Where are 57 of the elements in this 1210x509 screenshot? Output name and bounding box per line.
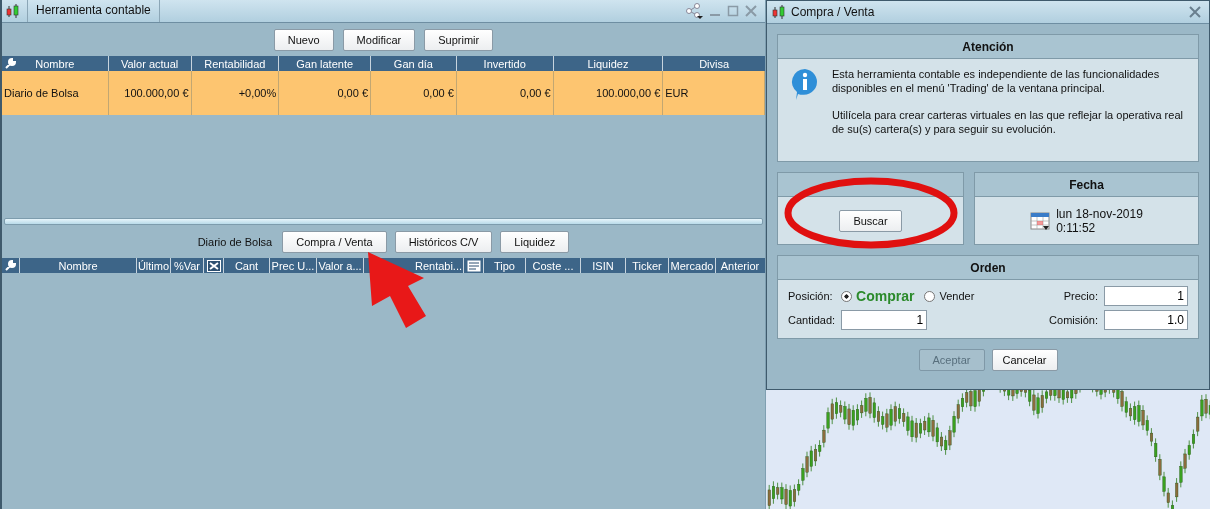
radio-option[interactable]: Vender [924,290,975,302]
table-cell: 100.000,00 € [553,71,664,115]
commission-field[interactable]: 1.0 [1104,310,1188,330]
table-cell: Diario de Bolsa [2,71,109,115]
table-cell: EUR [663,71,765,115]
column-header[interactable]: ISIN [592,259,614,272]
column-header[interactable]: Liquidez [587,57,629,70]
toolbar-button[interactable]: Históricos C/V [394,231,493,253]
toolbar-button[interactable]: Modificar [342,29,416,51]
column-header[interactable]: Invertido [483,57,526,70]
panel-heading: Fecha [975,173,1198,197]
search-button[interactable]: Buscar [839,209,902,232]
toolbar-button[interactable]: Liquidez [500,231,570,253]
table-cell: +0,00% [191,71,280,115]
column-header[interactable]: Cant [234,259,259,272]
portfolio-label: Diario de Bolsa [197,236,273,248]
column-header[interactable]: Valor actual [120,57,179,70]
panel-heading: Atención [778,35,1198,59]
table-cell: 0,00 € [371,71,457,115]
price-field[interactable]: 1 [1104,286,1188,306]
column-header[interactable]: Prec U... [271,259,315,272]
field-label: Precio: [1063,290,1098,302]
field-label: Cantidad: [788,314,836,326]
notice-text: Utilícela para crear carteras virtuales en las que reflejar la operativa real de su(s) cartera(s) y para seguir su evolución. [832,108,1184,136]
toolbar-button[interactable]: Suprimir [424,29,494,51]
table-cell: 0,00 € [456,71,554,115]
toolbar-button[interactable]: Nuevo [273,29,334,51]
column-header[interactable]: Tipo [494,259,515,272]
column-header[interactable]: Valor a... [318,259,362,272]
column-header[interactable]: Último [137,259,170,272]
column-header[interactable]: Rentabi... [414,259,463,272]
radio-option[interactable]: Comprar [841,288,915,304]
time-text: 0:11:52 [1056,220,1097,235]
column-header[interactable]: Mercado [670,259,714,272]
table-row[interactable]: Diario de Bolsa 100.000,00 € +0,00% 0,00 € 0,00 € 0,00 € 100.000,00 € EUR [2,71,765,116]
column-header[interactable]: Ticker [632,259,662,272]
window-title: Compra / Venta [791,5,875,19]
dialog-button[interactable]: Cancelar [991,349,1058,371]
panel-heading: Orden [778,256,1198,280]
table-cell: 0,00 € [279,71,372,115]
field-label: Posición: [788,290,834,302]
field-label: Comisión: [1049,314,1098,326]
column-header[interactable]: Gan latente [296,57,354,70]
column-header[interactable]: Gan día [393,57,433,70]
column-header[interactable]: %Var [173,259,201,272]
date-text: lun 18-nov-2019 [1056,206,1143,221]
toolbar-button[interactable]: Compra / Venta [282,231,387,253]
column-header[interactable]: Coste ... [532,259,574,272]
column-header[interactable]: Nombre [35,57,75,70]
window-tab[interactable]: Herramienta contable [27,0,160,22]
table-cell: 100.000,00 € [108,71,192,115]
quantity-field[interactable]: 1 [841,310,928,330]
column-header[interactable]: Anterior [720,259,760,272]
column-header[interactable]: Rentabilidad [204,57,266,70]
column-header[interactable]: Nombre [58,259,98,272]
notice-text: Esta herramienta contable es independiente de las funcionalidades disponibles en el menú 'Trading' de la ventana principal. [832,67,1161,95]
column-header[interactable]: Divisa [699,57,730,70]
